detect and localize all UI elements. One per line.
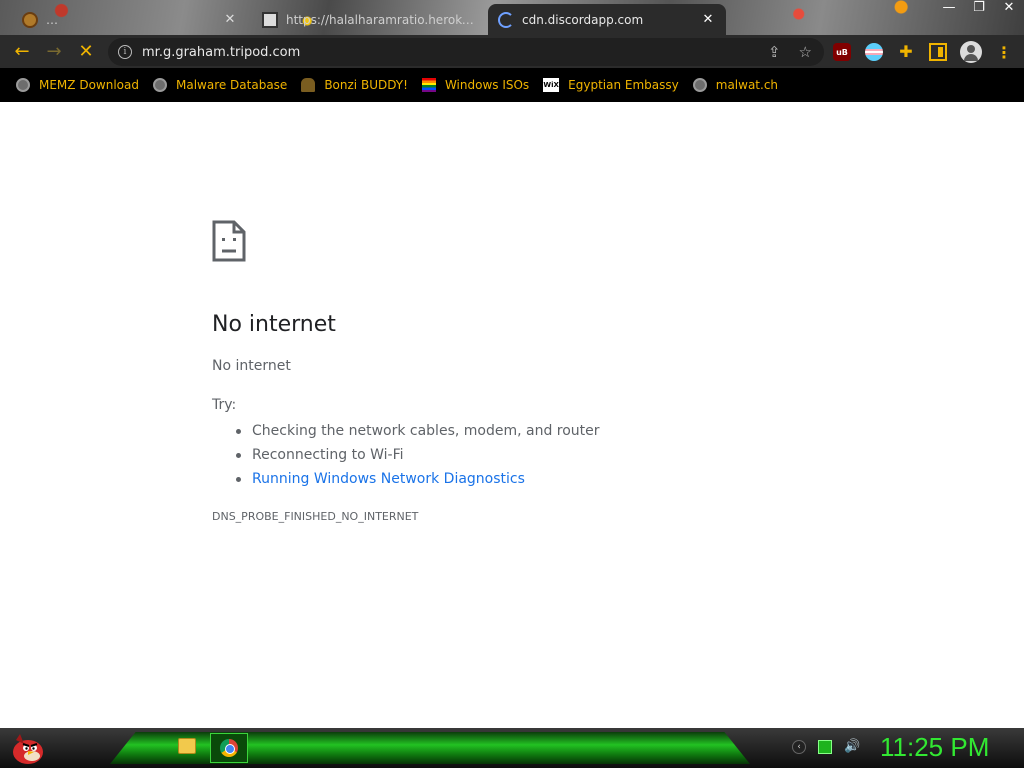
profile-avatar-icon[interactable] <box>960 41 982 63</box>
restore-button[interactable]: ❐ <box>970 0 988 15</box>
loading-spinner-icon <box>498 11 514 28</box>
bookmark-label: Egyptian Embassy <box>568 78 679 92</box>
wix-icon: WiX <box>543 78 560 92</box>
address-bar[interactable]: i mr.g.graham.tripod.com ⇪ ☆ <box>108 38 824 66</box>
calculator-icon <box>262 11 278 28</box>
bookmarks-bar: MEMZ Download Malware Database Bonzi BUD… <box>0 68 1024 102</box>
bookmark-label: malwat.ch <box>715 78 779 92</box>
suggestion-item: Reconnecting to Wi-Fi <box>236 443 600 467</box>
rainbow-flag-icon <box>421 78 436 92</box>
globe-icon <box>16 78 30 92</box>
tab-2[interactable]: https://halalharamratio.heroku... <box>252 4 484 35</box>
window-controls: — ❐ ✕ <box>940 0 1018 15</box>
globe-icon <box>692 78 707 92</box>
forward-button[interactable]: → <box>38 38 70 66</box>
system-tray: ‹ 🔊 <box>792 740 860 754</box>
try-label: Try: <box>212 397 237 413</box>
bookmark-label: MEMZ Download <box>39 78 139 92</box>
globe-icon <box>152 78 167 92</box>
close-tab-icon[interactable]: ✕ <box>222 12 238 27</box>
extensions-puzzle-icon[interactable]: ✚ <box>897 43 915 61</box>
tab-strip: … ✕ https://halalharamratio.heroku... cd… <box>0 0 1024 35</box>
bookmark-label: Malware Database <box>175 78 288 92</box>
site-info-icon[interactable]: i <box>118 45 132 59</box>
bookmark-bonzi-buddy[interactable]: Bonzi BUDDY! <box>297 72 412 98</box>
suggestion-item: Checking the network cables, modem, and … <box>236 419 600 443</box>
tab-title: https://halalharamratio.heroku... <box>286 12 474 27</box>
menu-kebab-icon[interactable]: ⋮ <box>996 43 1012 62</box>
round-avatar-icon <box>22 11 38 28</box>
error-subheading: No internet <box>212 358 291 374</box>
tray-chevron-icon[interactable]: ‹ <box>792 740 806 754</box>
network-icon[interactable] <box>818 740 832 754</box>
trans-flag-extension-icon[interactable] <box>865 43 883 61</box>
tab-3-active[interactable]: cdn.discordapp.com ✕ <box>488 4 726 35</box>
bookmark-memz-download[interactable]: MEMZ Download <box>12 72 143 98</box>
browser-toolbar: ← → ✕ i mr.g.graham.tripod.com ⇪ ☆ uB ✚ … <box>0 35 1024 68</box>
tab-title: … <box>46 12 58 27</box>
side-panel-icon[interactable] <box>929 43 947 61</box>
stop-loading-button[interactable]: ✕ <box>70 38 102 66</box>
bookmark-windows-isos[interactable]: Windows ISOs <box>418 72 533 98</box>
back-button[interactable]: ← <box>6 38 38 66</box>
bookmark-malwatch[interactable]: malwat.ch <box>689 72 782 98</box>
volume-icon[interactable]: 🔊 <box>844 740 860 754</box>
sad-document-icon <box>212 220 246 262</box>
suggestions-list: Checking the network cables, modem, and … <box>236 419 600 491</box>
bookmark-malware-database[interactable]: Malware Database <box>149 72 291 98</box>
minimize-button[interactable]: — <box>940 0 958 15</box>
url-text[interactable]: mr.g.graham.tripod.com <box>142 45 300 60</box>
network-diagnostics-link[interactable]: Running Windows Network Diagnostics <box>236 467 600 491</box>
share-icon[interactable]: ⇪ <box>768 43 781 61</box>
taskbar: ‹ 🔊 11:25 PM <box>0 728 1024 768</box>
error-code: DNS_PROBE_FINISHED_NO_INTERNET <box>212 510 419 523</box>
tab-title: cdn.discordapp.com <box>522 12 644 27</box>
bookmark-star-icon[interactable]: ☆ <box>799 43 812 61</box>
taskbar-glow-band <box>110 732 750 764</box>
tab-1[interactable]: … ✕ <box>12 4 248 35</box>
angry-bird-start-icon[interactable] <box>8 730 46 766</box>
bookmark-egyptian-embassy[interactable]: WiX Egyptian Embassy <box>539 72 683 98</box>
error-page: No internet No internet Try: Checking th… <box>0 102 1024 728</box>
chrome-icon <box>220 739 238 757</box>
bookmark-label: Windows ISOs <box>444 78 530 92</box>
bonzi-icon <box>301 78 316 92</box>
file-explorer-icon[interactable] <box>178 738 196 754</box>
error-heading: No internet <box>212 312 336 337</box>
close-tab-icon[interactable]: ✕ <box>700 12 716 27</box>
taskbar-clock[interactable]: 11:25 PM <box>880 732 989 763</box>
bookmark-label: Bonzi BUDDY! <box>324 78 408 92</box>
ublock-extension-icon[interactable]: uB <box>833 43 851 61</box>
chrome-taskbar-button[interactable] <box>210 733 248 763</box>
close-window-button[interactable]: ✕ <box>1000 0 1018 15</box>
